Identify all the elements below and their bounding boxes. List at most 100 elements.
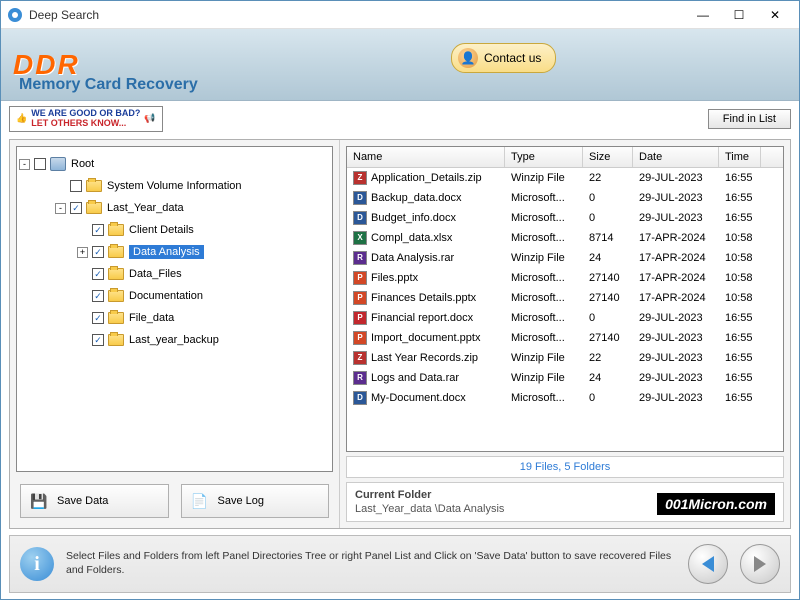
file-row[interactable]: XCompl_data.xlsxMicrosoft...871417-APR-2… [347, 228, 783, 248]
checkbox[interactable]: ✓ [92, 312, 104, 324]
left-panel: -RootSystem Volume Information-✓Last_Yea… [10, 140, 340, 528]
tree-node-label: Client Details [129, 224, 194, 236]
expand-icon[interactable]: - [55, 203, 66, 214]
file-list-header[interactable]: Name Type Size Date Time [347, 147, 783, 168]
file-list-body[interactable]: ZApplication_Details.zipWinzip File2229-… [347, 168, 783, 451]
find-in-list-button[interactable]: Find in List [708, 109, 791, 129]
save-log-icon: 📄 [190, 491, 210, 511]
checkbox[interactable]: ✓ [92, 246, 104, 258]
checkbox[interactable]: ✓ [92, 224, 104, 236]
save-data-button[interactable]: 💾 Save Data [20, 484, 169, 518]
file-type-icon: D [353, 391, 367, 405]
save-data-icon: 💾 [29, 491, 49, 511]
folder-icon [108, 268, 124, 280]
folder-icon [108, 334, 124, 346]
file-type-icon: R [353, 251, 367, 265]
folder-icon [86, 180, 102, 192]
file-row[interactable]: PFinances Details.pptxMicrosoft...271401… [347, 288, 783, 308]
save-data-label: Save Data [57, 495, 108, 507]
tree-node[interactable]: ✓ Data_Files [19, 263, 330, 285]
file-row[interactable]: RData Analysis.rarWinzip File2417-APR-20… [347, 248, 783, 268]
checkbox[interactable]: ✓ [92, 290, 104, 302]
nav-back-button[interactable] [688, 544, 728, 584]
computer-icon [50, 157, 66, 171]
checkbox[interactable]: ✓ [70, 202, 82, 214]
maximize-button[interactable]: ☐ [721, 3, 757, 27]
tree-node[interactable]: + ✓ Data Analysis [19, 241, 330, 263]
contact-label: Contact us [484, 51, 541, 65]
banner: DDR Memory Card Recovery 👤 Contact us [1, 29, 799, 101]
tree-node-label: Last_Year_data [107, 202, 184, 214]
titlebar: Deep Search — ☐ ✕ [1, 1, 799, 29]
status-bar: 19 Files, 5 Folders [346, 456, 784, 478]
file-row[interactable]: ZApplication_Details.zipWinzip File2229-… [347, 168, 783, 188]
folder-icon [86, 202, 102, 214]
file-row[interactable]: DBackup_data.docxMicrosoft...029-JUL-202… [347, 188, 783, 208]
file-row[interactable]: PFiles.pptxMicrosoft...2714017-APR-20241… [347, 268, 783, 288]
tree-node-label: Data Analysis [129, 245, 204, 259]
tree-node[interactable]: ✓ Documentation [19, 285, 330, 307]
info-icon: i [20, 547, 54, 581]
app-window: Deep Search — ☐ ✕ DDR Memory Card Recove… [0, 0, 800, 600]
current-folder-box: Current Folder Last_Year_data \Data Anal… [346, 482, 784, 522]
tree-root-node[interactable]: -Root [19, 153, 330, 175]
file-type-icon: D [353, 211, 367, 225]
col-name[interactable]: Name [347, 147, 505, 167]
checkbox[interactable] [70, 180, 82, 192]
directory-tree[interactable]: -RootSystem Volume Information-✓Last_Yea… [16, 146, 333, 472]
brand-subtitle: Memory Card Recovery [19, 76, 198, 94]
file-list: Name Type Size Date Time ZApplication_De… [346, 146, 784, 452]
tree-node-label: Documentation [129, 290, 203, 302]
folder-icon [108, 312, 124, 324]
file-row[interactable]: DMy-Document.docxMicrosoft...029-JUL-202… [347, 388, 783, 408]
file-row[interactable]: PFinancial report.docxMicrosoft...029-JU… [347, 308, 783, 328]
col-type[interactable]: Type [505, 147, 583, 167]
tree-node[interactable]: -✓ Last_Year_data [19, 197, 330, 219]
minimize-button[interactable]: — [685, 3, 721, 27]
save-buttons-row: 💾 Save Data 📄 Save Log [10, 478, 339, 528]
tree-node[interactable]: System Volume Information [19, 175, 330, 197]
contact-us-button[interactable]: 👤 Contact us [451, 43, 556, 73]
file-type-icon: P [353, 311, 367, 325]
nav-forward-button[interactable] [740, 544, 780, 584]
save-log-button[interactable]: 📄 Save Log [181, 484, 330, 518]
file-type-icon: P [353, 331, 367, 345]
feedback-line2: LET OTHERS KNOW... [31, 119, 140, 129]
tree-node[interactable]: ✓ File_data [19, 307, 330, 329]
footer: i Select Files and Folders from left Pan… [9, 535, 791, 593]
file-row[interactable]: PImport_document.pptxMicrosoft...2714029… [347, 328, 783, 348]
checkbox[interactable]: ✓ [92, 334, 104, 346]
window-title: Deep Search [29, 8, 685, 22]
folder-icon [108, 224, 124, 236]
tree-node-label: System Volume Information [107, 180, 242, 192]
toolbar: 👍 WE ARE GOOD OR BAD? LET OTHERS KNOW...… [1, 101, 799, 137]
tree-node-label: File_data [129, 312, 174, 324]
tree-node[interactable]: ✓ Last_year_backup [19, 329, 330, 351]
file-type-icon: D [353, 191, 367, 205]
file-type-icon: P [353, 291, 367, 305]
expand-icon[interactable]: + [77, 247, 88, 258]
watermark: 001Micron.com [657, 493, 775, 515]
checkbox[interactable]: ✓ [92, 268, 104, 280]
close-button[interactable]: ✕ [757, 3, 793, 27]
file-row[interactable]: DBudget_info.docxMicrosoft...029-JUL-202… [347, 208, 783, 228]
file-row[interactable]: ZLast Year Records.zipWinzip File2229-JU… [347, 348, 783, 368]
tree-node-label: Last_year_backup [129, 334, 219, 346]
folder-icon [108, 246, 124, 258]
file-type-icon: Z [353, 351, 367, 365]
tree-node[interactable]: ✓ Client Details [19, 219, 330, 241]
save-log-label: Save Log [218, 495, 264, 507]
col-time[interactable]: Time [719, 147, 761, 167]
feedback-badge[interactable]: 👍 WE ARE GOOD OR BAD? LET OTHERS KNOW...… [9, 106, 163, 132]
file-type-icon: P [353, 271, 367, 285]
thumbs-up-icon: 👍 [16, 114, 27, 124]
col-size[interactable]: Size [583, 147, 633, 167]
folder-icon [108, 290, 124, 302]
contact-avatar-icon: 👤 [458, 48, 478, 68]
col-date[interactable]: Date [633, 147, 719, 167]
app-icon [7, 7, 23, 23]
arrow-right-icon [754, 556, 766, 572]
file-row[interactable]: RLogs and Data.rarWinzip File2429-JUL-20… [347, 368, 783, 388]
footer-text: Select Files and Folders from left Panel… [66, 550, 676, 577]
tree-node-label: Data_Files [129, 268, 182, 280]
